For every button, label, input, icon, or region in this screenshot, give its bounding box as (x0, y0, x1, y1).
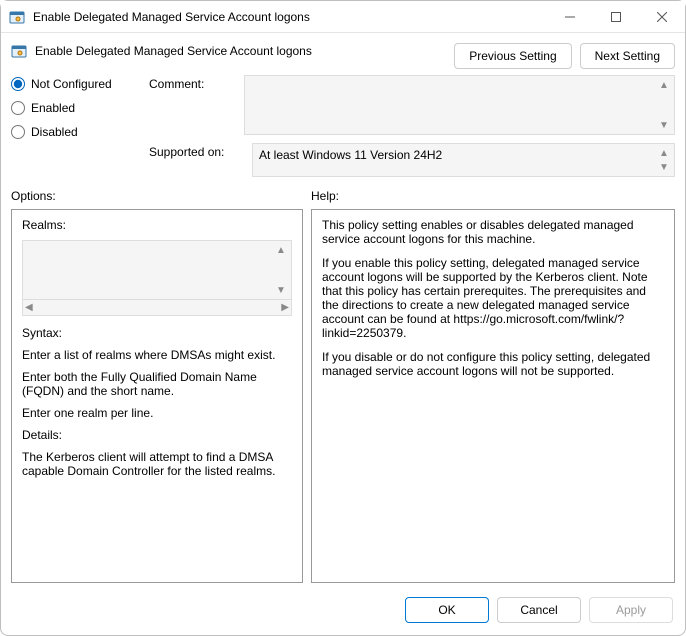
radio-disabled-label: Disabled (31, 125, 78, 139)
state-radio-group: Not Configured Enabled Disabled (11, 75, 131, 139)
supported-label: Supported on: (149, 143, 234, 159)
window-title: Enable Delegated Managed Service Account… (33, 10, 547, 24)
realms-hscroll[interactable]: ◀ ▶ (22, 300, 292, 316)
syntax-line-3: Enter one realm per line. (22, 406, 292, 420)
cancel-button[interactable]: Cancel (497, 597, 581, 623)
apply-button: Apply (589, 597, 673, 623)
minimize-button[interactable] (547, 1, 593, 32)
details-line-1: The Kerberos client will attempt to find… (22, 450, 292, 478)
policy-icon (11, 43, 27, 59)
radio-not-configured-label: Not Configured (31, 77, 112, 91)
supported-on-value: At least Windows 11 Version 24H2 (259, 148, 442, 162)
options-panel: Realms: ▲ ▼ ◀ ▶ Syntax: Enter a list of … (11, 209, 303, 583)
syntax-line-2: Enter both the Fully Qualified Domain Na… (22, 370, 292, 398)
details-label: Details: (22, 428, 292, 442)
panels: Options: Realms: ▲ ▼ ◀ ▶ Syntax: Enter a… (1, 183, 685, 589)
help-paragraph-2: If you enable this policy setting, deleg… (322, 256, 664, 340)
scroll-up-icon[interactable]: ▲ (656, 78, 672, 92)
comment-input[interactable]: ▲ ▼ (244, 75, 675, 135)
close-button[interactable] (639, 1, 685, 32)
comment-label: Comment: (149, 75, 234, 135)
options-section-label: Options: (11, 189, 303, 203)
settings-area: Not Configured Enabled Disabled Comment:… (1, 75, 685, 183)
radio-disabled[interactable]: Disabled (11, 125, 131, 139)
help-section-label: Help: (311, 189, 675, 203)
syntax-label: Syntax: (22, 326, 292, 340)
policy-title: Enable Delegated Managed Service Account… (35, 44, 312, 58)
radio-not-configured[interactable]: Not Configured (11, 77, 131, 91)
help-panel: This policy setting enables or disables … (311, 209, 675, 583)
scroll-down-icon[interactable]: ▼ (273, 283, 289, 297)
maximize-button[interactable] (593, 1, 639, 32)
help-paragraph-3: If you disable or do not configure this … (322, 350, 664, 378)
scroll-left-icon[interactable]: ◀ (25, 302, 33, 313)
realms-input[interactable]: ▲ ▼ (22, 240, 292, 300)
realms-label: Realms: (22, 218, 292, 232)
supported-on-box: At least Windows 11 Version 24H2 ▲ ▼ (252, 143, 675, 177)
footer: OK Cancel Apply (1, 589, 685, 635)
radio-enabled[interactable]: Enabled (11, 101, 131, 115)
scroll-down-icon[interactable]: ▼ (656, 160, 672, 174)
radio-enabled-input[interactable] (11, 101, 25, 115)
ok-button[interactable]: OK (405, 597, 489, 623)
syntax-line-1: Enter a list of realms where DMSAs might… (22, 348, 292, 362)
titlebar: Enable Delegated Managed Service Account… (1, 1, 685, 33)
radio-not-configured-input[interactable] (11, 77, 25, 91)
scroll-up-icon[interactable]: ▲ (656, 146, 672, 160)
previous-setting-button[interactable]: Previous Setting (454, 43, 571, 69)
radio-enabled-label: Enabled (31, 101, 75, 115)
scroll-right-icon[interactable]: ▶ (281, 302, 289, 313)
scroll-down-icon[interactable]: ▼ (656, 118, 672, 132)
help-paragraph-1: This policy setting enables or disables … (322, 218, 664, 246)
radio-disabled-input[interactable] (11, 125, 25, 139)
scroll-up-icon[interactable]: ▲ (273, 243, 289, 257)
next-setting-button[interactable]: Next Setting (580, 43, 675, 69)
window-icon (9, 9, 25, 25)
header: Enable Delegated Managed Service Account… (1, 33, 685, 75)
